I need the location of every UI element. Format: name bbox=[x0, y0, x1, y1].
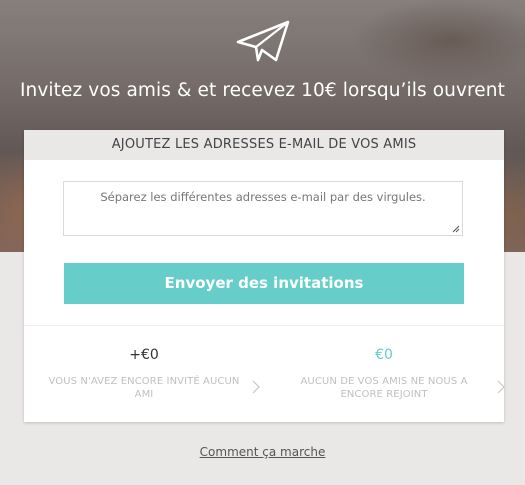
joined-text: AUCUN DE VOS AMIS NE NOUS A ENCORE REJOI… bbox=[300, 376, 468, 400]
how-it-works-link[interactable]: Comment ça marche bbox=[0, 445, 525, 459]
resize-grip-icon[interactable] bbox=[452, 225, 460, 233]
card-divider bbox=[24, 325, 504, 326]
email-input-placeholder: Séparez les différentes adresses e-mail … bbox=[100, 190, 426, 204]
email-addresses-input[interactable]: Séparez les différentes adresses e-mail … bbox=[63, 181, 463, 236]
invited-stat[interactable]: +€0 VOUS N'AVEZ ENCORE INVITÉ AUCUN AMI bbox=[24, 344, 264, 401]
send-invitations-button[interactable]: Envoyer des invitations bbox=[64, 263, 464, 304]
chevron-right-icon[interactable] bbox=[252, 380, 260, 394]
paper-plane-icon bbox=[236, 20, 290, 62]
invited-text: VOUS N'AVEZ ENCORE INVITÉ AUCUN AMI bbox=[48, 376, 240, 400]
card-header: AJOUTEZ LES ADRESSES E-MAIL DE VOS AMIS bbox=[24, 130, 504, 160]
page-headline: Invitez vos amis & et recevez 10€ lorsqu… bbox=[20, 80, 505, 101]
invite-card: AJOUTEZ LES ADRESSES E-MAIL DE VOS AMIS … bbox=[24, 130, 505, 422]
joined-stat[interactable]: €0 AUCUN DE VOS AMIS NE NOUS A ENCORE RE… bbox=[264, 344, 504, 401]
invited-value: +€0 bbox=[129, 347, 159, 363]
chevron-right-icon[interactable] bbox=[497, 380, 505, 394]
joined-value: €0 bbox=[375, 347, 393, 363]
